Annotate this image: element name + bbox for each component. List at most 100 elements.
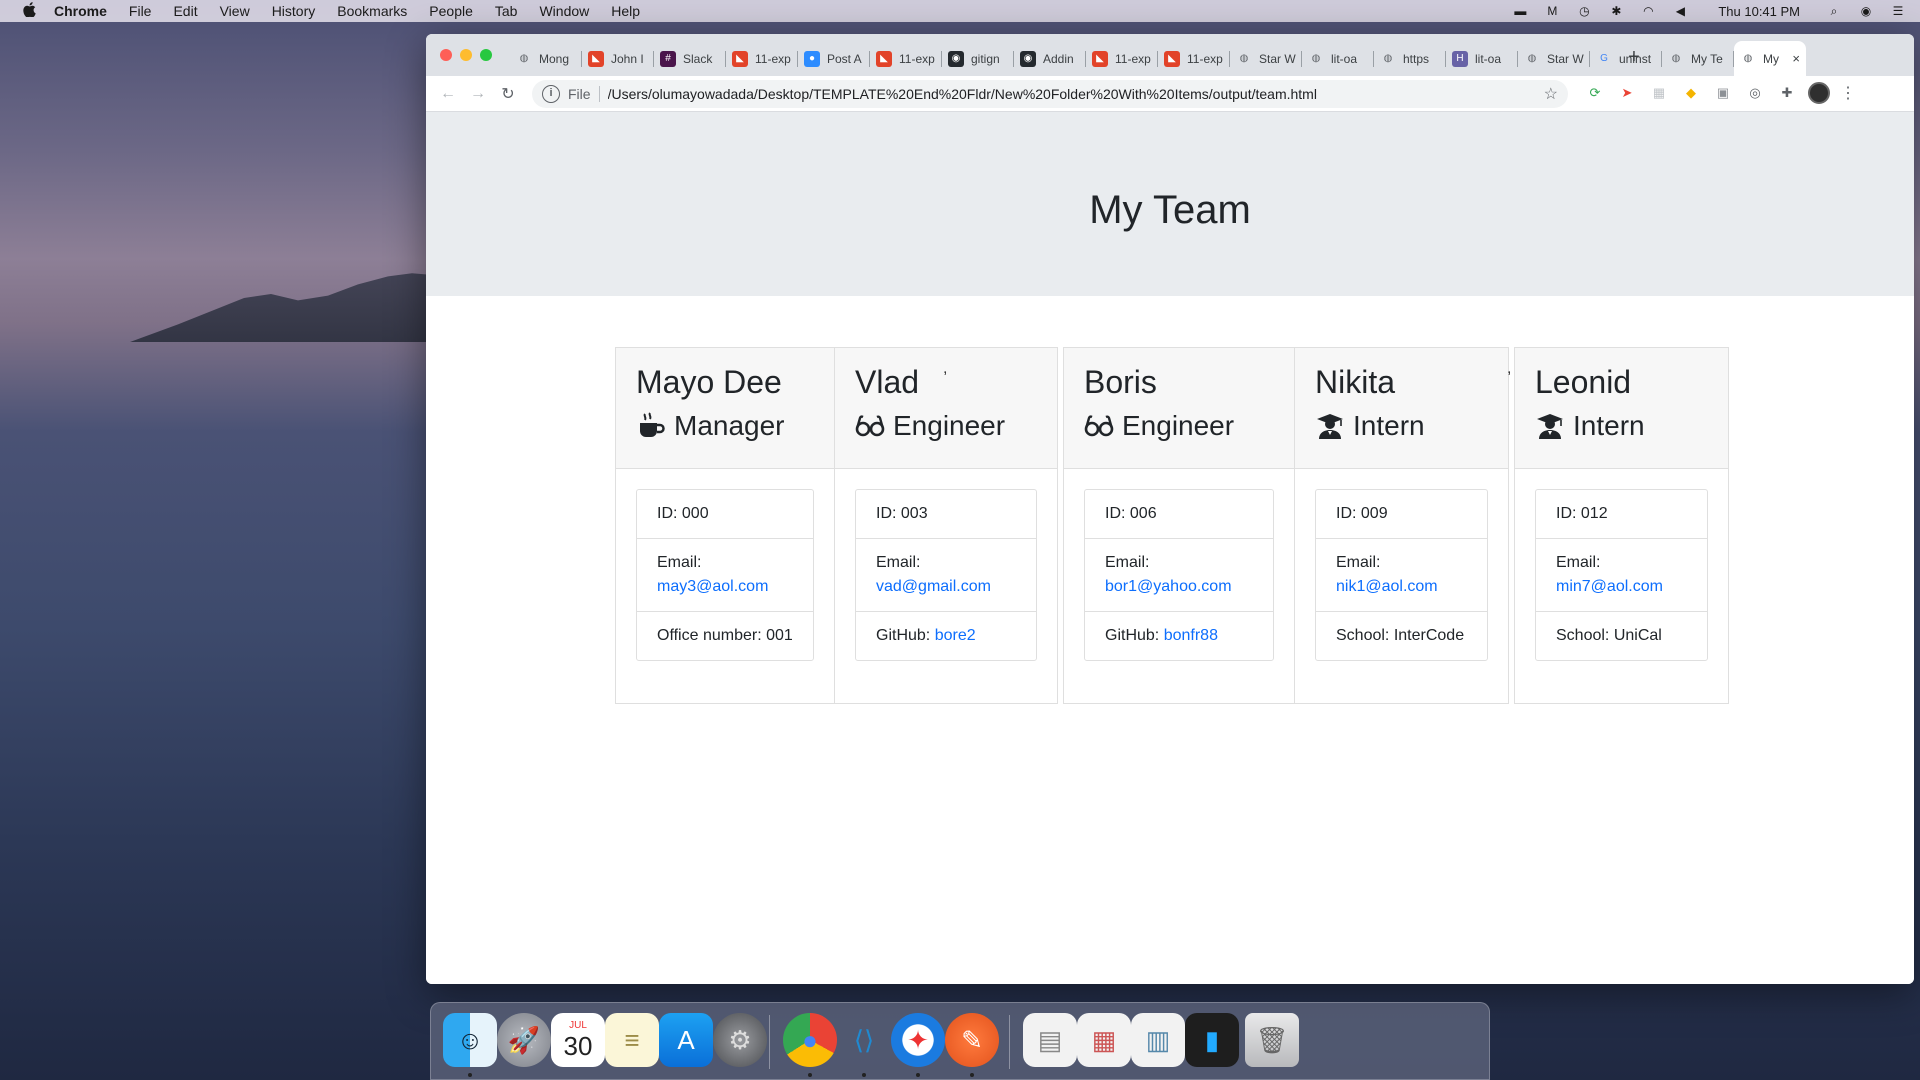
browser-tab[interactable]: ● Post A xyxy=(798,41,870,76)
spotlight-icon[interactable]: ⌕ xyxy=(1826,4,1842,18)
browser-tab[interactable]: ◍ Mong xyxy=(510,41,582,76)
calendar-icon[interactable]: JUL 30 xyxy=(551,1013,605,1067)
app-store-icon[interactable]: A xyxy=(659,1013,713,1067)
extension-yellow-icon[interactable]: ◆ xyxy=(1680,82,1702,104)
menu-help[interactable]: Help xyxy=(611,3,640,19)
browser-tab[interactable]: ◣ 11-exp xyxy=(870,41,942,76)
bookmark-star-icon[interactable]: ☆ xyxy=(1544,84,1558,104)
menu-window[interactable]: Window xyxy=(539,3,589,19)
github-link[interactable]: bonfr88 xyxy=(1164,627,1218,644)
browser-tab[interactable]: ◍ Star W xyxy=(1230,41,1302,76)
notification-icon[interactable]: ▬ xyxy=(1512,4,1528,18)
url-text[interactable]: /Users/olumayowadada/Desktop/TEMPLATE%20… xyxy=(608,86,1317,102)
omnibox-divider xyxy=(598,86,600,102)
menu-clock[interactable]: Thu 10:41 PM xyxy=(1718,4,1800,19)
window-thumbnail-icon[interactable]: ▮ xyxy=(1185,1013,1239,1067)
extensions-puzzle-icon[interactable]: ✚ xyxy=(1776,82,1798,104)
system-preferences-icon[interactable]: ⚙ xyxy=(713,1013,767,1067)
chrome-icon[interactable]: ● xyxy=(783,1013,837,1067)
card-body: ID: 006 Email: bor1@yahoo.com GitHub: bonfr… xyxy=(1064,469,1294,661)
browser-tab[interactable]: ◉ gitign xyxy=(942,41,1014,76)
bluetooth-icon[interactable]: ✱ xyxy=(1608,4,1624,18)
running-indicator xyxy=(468,1073,472,1077)
github-link[interactable]: bore2 xyxy=(935,627,976,644)
minimize-window-button[interactable] xyxy=(460,49,472,61)
window-thumbnail-icon[interactable]: ▤ xyxy=(1023,1013,1077,1067)
browser-tab[interactable]: ◍ My Te xyxy=(1662,41,1734,76)
browser-tab[interactable]: ◍ Star W xyxy=(1518,41,1590,76)
employee-id: ID: 009 xyxy=(1336,505,1388,522)
email-link[interactable]: may3@aol.com xyxy=(657,578,768,595)
browser-tab[interactable]: ◣ 11-exp xyxy=(726,41,798,76)
extension-circle-icon[interactable]: ◎ xyxy=(1744,82,1766,104)
role-label: Engineer xyxy=(1122,410,1235,441)
malwarebytes-icon[interactable]: M xyxy=(1544,4,1560,18)
employee-details: ID: 009 Email: nik1@aol.com School: InterCo… xyxy=(1315,489,1488,661)
gitlab-icon: ◣ xyxy=(1092,50,1108,67)
window-thumbnail-icon[interactable]: ▦ xyxy=(1077,1013,1131,1067)
apple-icon[interactable] xyxy=(18,2,40,20)
menu-view[interactable]: View xyxy=(220,3,250,19)
extension-green-icon[interactable]: ⟳ xyxy=(1584,82,1606,104)
page-header: My Team xyxy=(426,112,1914,296)
menu-file[interactable]: File xyxy=(129,3,152,19)
employee-id: ID: 003 xyxy=(876,505,928,522)
siri-icon[interactable]: ◉ xyxy=(1858,4,1874,18)
new-tab-button[interactable]: + xyxy=(1622,46,1646,69)
finder-icon[interactable]: ☺ xyxy=(443,1013,497,1067)
info-icon[interactable]: i xyxy=(542,85,560,103)
profile-avatar[interactable] xyxy=(1808,82,1830,104)
menu-edit[interactable]: Edit xyxy=(173,3,197,19)
extension-gray-icon[interactable]: ▦ xyxy=(1648,82,1670,104)
browser-tab[interactable]: ◍ lit-oa xyxy=(1302,41,1374,76)
page-viewport: My Team Mayo Dee Manager ID: 000 Email: may3… xyxy=(426,112,1914,984)
menu-history[interactable]: History xyxy=(272,3,316,19)
browser-tab[interactable]: ◍ https xyxy=(1374,41,1446,76)
zoom-window-button[interactable] xyxy=(480,49,492,61)
employee-card: Nikita Intern ID: 009 Email: nik1@aol.com Sch… xyxy=(1295,347,1509,704)
browser-tab[interactable]: ◣ 11-exp xyxy=(1086,41,1158,76)
close-tab-icon[interactable]: × xyxy=(1792,51,1800,66)
browser-tab[interactable]: ◣ John I xyxy=(582,41,654,76)
control-center-icon[interactable]: ☰ xyxy=(1890,4,1906,18)
email-link[interactable]: min7@aol.com xyxy=(1556,578,1663,595)
volume-icon[interactable]: ◀ xyxy=(1672,4,1688,18)
trash-icon[interactable]: 🗑 xyxy=(1245,1013,1299,1067)
gitlab-icon: ◣ xyxy=(1164,50,1180,67)
time-machine-icon[interactable]: ◷ xyxy=(1576,4,1592,18)
menu-bookmarks[interactable]: Bookmarks xyxy=(337,3,407,19)
address-bar[interactable]: i File /Users/olumayowadada/Desktop/TEMP… xyxy=(532,80,1568,108)
browser-tab[interactable]: ◉ Addin xyxy=(1014,41,1086,76)
vscode-icon[interactable]: ⟨⟩ xyxy=(837,1013,891,1067)
wifi-icon[interactable]: ◠ xyxy=(1640,4,1656,18)
extension-box-icon[interactable]: ▣ xyxy=(1712,82,1734,104)
forward-button[interactable]: → xyxy=(464,85,492,103)
employee-card: Mayo Dee Manager ID: 000 Email: may3@aol.com… xyxy=(615,347,835,704)
extension-red-icon[interactable]: ➤ xyxy=(1616,82,1638,104)
menu-app-chrome[interactable]: Chrome xyxy=(54,3,107,19)
stray-comma: , xyxy=(1507,360,1512,377)
email-link[interactable]: vad@gmail.com xyxy=(876,578,991,595)
postman-icon[interactable]: ✎ xyxy=(945,1013,999,1067)
reload-button[interactable]: ↻ xyxy=(494,84,522,104)
browser-tab[interactable]: Hlit-oa xyxy=(1446,41,1518,76)
safari-icon[interactable]: ✦ xyxy=(891,1013,945,1067)
notes-icon[interactable]: ≡ xyxy=(605,1013,659,1067)
launchpad-icon[interactable]: 🚀 xyxy=(497,1013,551,1067)
menu-tab[interactable]: Tab xyxy=(495,3,518,19)
browser-tab[interactable]: ◍ My × xyxy=(1734,41,1806,76)
menu-people[interactable]: People xyxy=(429,3,473,19)
card-body: ID: 012 Email: min7@aol.com School: UniCal xyxy=(1515,469,1728,661)
employee-card: Boris Engineer ID: 006 Email: bor1@yahoo.com… xyxy=(1063,347,1295,704)
browser-tab[interactable]: ◣ 11-exp xyxy=(1158,41,1230,76)
email-link[interactable]: bor1@yahoo.com xyxy=(1105,578,1232,595)
browser-tab[interactable]: # Slack xyxy=(654,41,726,76)
globe-icon: ◍ xyxy=(1671,53,1681,64)
email-link[interactable]: nik1@aol.com xyxy=(1336,578,1438,595)
employee-details: ID: 003 Email: vad@gmail.com GitHub: bore2 xyxy=(855,489,1037,661)
close-window-button[interactable] xyxy=(440,49,452,61)
employee-email: Email: bor1@yahoo.com xyxy=(1085,538,1273,611)
window-thumbnail-icon[interactable]: ▥ xyxy=(1131,1013,1185,1067)
more-menu-icon[interactable]: ⋮ xyxy=(1840,83,1856,103)
back-button[interactable]: ← xyxy=(434,85,462,103)
